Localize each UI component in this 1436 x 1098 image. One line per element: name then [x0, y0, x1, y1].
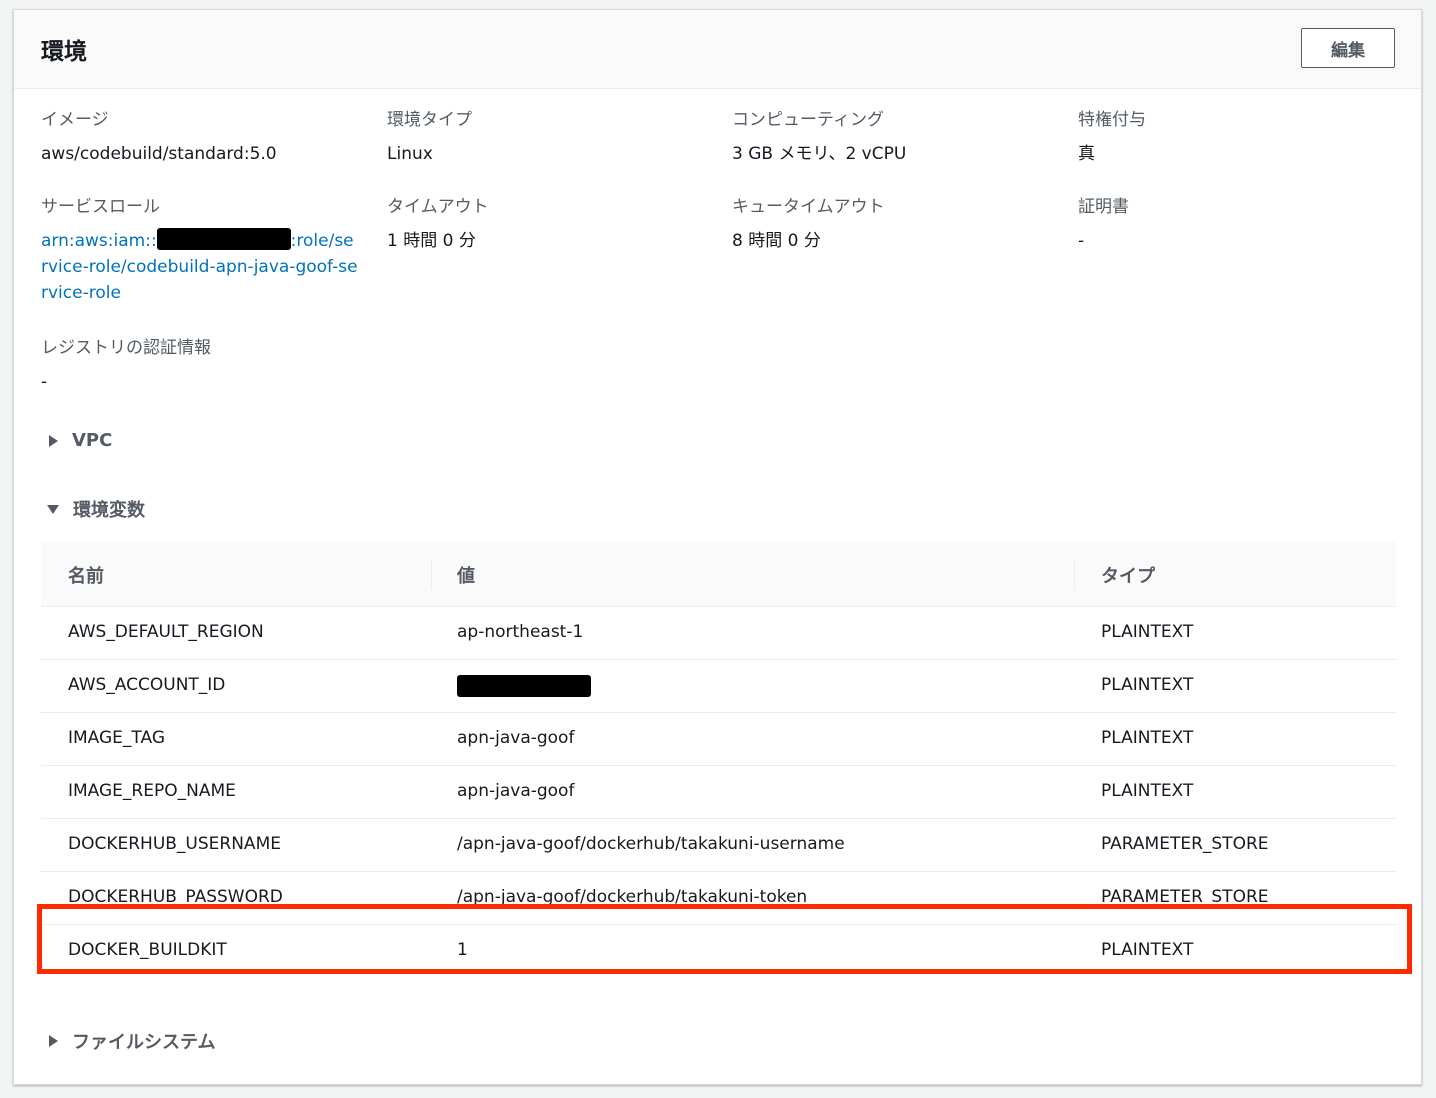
env-value: apn-java-goof — [457, 781, 575, 801]
env-name: IMAGE_TAG — [68, 728, 165, 748]
field-label: イメージ — [41, 110, 109, 130]
caret-right-icon — [49, 1035, 58, 1047]
table-row: AWS_ACCOUNT_ID PLAINTEXT — [41, 660, 1396, 713]
field-label: 証明書 — [1078, 197, 1129, 217]
field-queue-timeout: キュータイムアウト 8 時間 0 分 — [732, 195, 1052, 254]
header-value[interactable]: 値 — [457, 562, 475, 588]
env-name: AWS_ACCOUNT_ID — [68, 675, 226, 695]
file-system-label: ファイルシステム — [72, 1032, 216, 1053]
table-row: IMAGE_REPO_NAME apn-java-goof PLAINTEXT — [41, 766, 1396, 819]
field-image: イメージ aws/codebuild/standard:5.0 — [41, 108, 361, 167]
env-name: DOCKER_BUILDKIT — [68, 940, 227, 960]
env-vars-table: 名前 値 タイプ AWS_DEFAULT_REGION ap-northeast… — [41, 542, 1396, 978]
field-compute: コンピューティング 3 GB メモリ、2 vCPU — [732, 108, 1052, 167]
column-divider — [431, 560, 432, 590]
env-name: IMAGE_REPO_NAME — [68, 781, 236, 801]
env-name: AWS_DEFAULT_REGION — [68, 622, 264, 642]
env-value-redacted — [457, 675, 591, 702]
field-label: レジストリの認証情報 — [41, 338, 211, 358]
environment-panel: 環境 編集 イメージ aws/codebuild/standard:5.0 環境… — [13, 9, 1422, 1085]
table-row: AWS_DEFAULT_REGION ap-northeast-1 PLAINT… — [41, 607, 1396, 660]
header-type[interactable]: タイプ — [1101, 562, 1155, 588]
field-env-type: 環境タイプ Linux — [387, 108, 707, 167]
env-value: ap-northeast-1 — [457, 622, 584, 642]
field-value: 真 — [1078, 144, 1095, 164]
env-value: 1 — [457, 940, 468, 960]
env-type: PLAINTEXT — [1101, 622, 1194, 642]
table-row: DOCKERHUB_USERNAME /apn-java-goof/docker… — [41, 819, 1396, 872]
field-value: 1 時間 0 分 — [387, 231, 476, 251]
field-label: キュータイムアウト — [732, 197, 885, 217]
env-type: PLAINTEXT — [1101, 781, 1194, 801]
env-type: PARAMETER_STORE — [1101, 887, 1269, 907]
env-name: DOCKERHUB_USERNAME — [68, 834, 281, 854]
field-label: 環境タイプ — [387, 110, 472, 130]
redaction-block — [457, 675, 591, 697]
field-label: 特権付与 — [1078, 110, 1146, 130]
caret-down-icon — [47, 504, 59, 514]
table-row: IMAGE_TAG apn-java-goof PLAINTEXT — [41, 713, 1396, 766]
vpc-label: VPC — [72, 430, 113, 451]
service-role-link[interactable]: arn:aws:iam:::role/service-role/codebuil… — [41, 228, 359, 306]
env-type: PLAINTEXT — [1101, 728, 1194, 748]
field-registry-credential: レジストリの認証情報 - — [41, 336, 361, 395]
panel-header: 環境 編集 — [14, 10, 1421, 89]
field-value: 3 GB メモリ、2 vCPU — [732, 144, 907, 164]
field-certificate: 証明書 - — [1078, 195, 1398, 254]
env-value: apn-java-goof — [457, 728, 575, 748]
field-value: aws/codebuild/standard:5.0 — [41, 144, 277, 164]
table-row: DOCKERHUB_PASSWORD /apn-java-goof/docker… — [41, 872, 1396, 925]
env-vars-label: 環境変数 — [73, 500, 145, 521]
table-header: 名前 値 タイプ — [41, 542, 1396, 607]
env-type: PARAMETER_STORE — [1101, 834, 1269, 854]
header-name[interactable]: 名前 — [68, 562, 104, 588]
field-value: - — [41, 372, 48, 392]
env-name: DOCKERHUB_PASSWORD — [68, 887, 283, 907]
caret-right-icon — [49, 434, 58, 447]
service-role-arn-prefix[interactable]: arn:aws:iam:: — [41, 231, 157, 251]
vpc-expander[interactable]: VPC — [49, 430, 112, 451]
field-label: コンピューティング — [732, 110, 884, 130]
field-value: - — [1078, 231, 1085, 251]
field-label: タイムアウト — [387, 197, 489, 217]
field-value: Linux — [387, 144, 433, 164]
field-service-role: サービスロール arn:aws:iam:::role/service-role/… — [41, 195, 359, 306]
env-vars-expander[interactable]: 環境変数 — [47, 496, 145, 522]
edit-button[interactable]: 編集 — [1301, 28, 1395, 68]
field-label: サービスロール — [41, 197, 160, 217]
file-system-expander[interactable]: ファイルシステム — [49, 1028, 215, 1054]
field-timeout: タイムアウト 1 時間 0 分 — [387, 195, 707, 254]
env-value: /apn-java-goof/dockerhub/takakuni-token — [457, 887, 808, 907]
redacted-account-id — [156, 228, 291, 250]
env-type: PLAINTEXT — [1101, 940, 1194, 960]
env-type: PLAINTEXT — [1101, 675, 1194, 695]
field-privileged: 特権付与 真 — [1078, 108, 1398, 167]
column-divider — [1074, 560, 1075, 590]
field-value: 8 時間 0 分 — [732, 231, 821, 251]
table-row: DOCKER_BUILDKIT 1 PLAINTEXT — [41, 925, 1396, 978]
panel-title: 環境 — [41, 39, 87, 65]
env-value: /apn-java-goof/dockerhub/takakuni-userna… — [457, 834, 845, 854]
